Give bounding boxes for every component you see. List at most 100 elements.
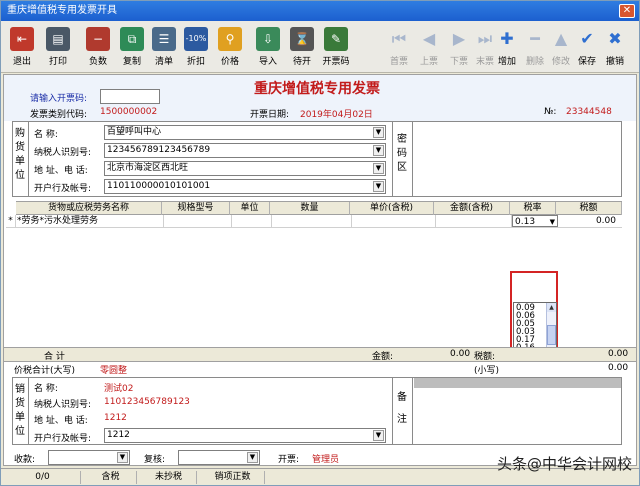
secret-zone-label: 密码区 [396, 133, 408, 175]
list-icon: ☰ [152, 27, 176, 51]
price-cell[interactable] [352, 215, 436, 227]
buyer-bank-select[interactable]: 110110000010101001 ▼ [104, 179, 386, 194]
edit-button-label: 保存 [577, 57, 596, 67]
invoice-title: 重庆增值税专用发票 [254, 81, 380, 97]
edit-button-3[interactable]: ✔ 保存 [573, 25, 601, 71]
delete-icon: ━ [530, 29, 540, 48]
divider [392, 377, 393, 445]
invoice-code-icon: ✎ [324, 27, 348, 51]
seller-name-label: 名 称: [34, 384, 58, 394]
toolbar-button-7[interactable]: ⇩ 导入 [251, 25, 285, 71]
vertical-char: 位 [15, 426, 25, 437]
invoice-form: 重庆增值税专用发票 请输入开票码: 发票类别代码: 1500000002 开票日… [3, 74, 637, 466]
edit-button-4[interactable]: ✖ 撤销 [601, 25, 629, 71]
nav-button-1[interactable]: ◀ 上票 [415, 25, 443, 71]
toolbar-button-1[interactable]: ▤ 打印 [41, 25, 75, 71]
seller-section-label: 销货单位 [14, 383, 26, 439]
import-icon: ⇩ [256, 27, 280, 51]
pending-icon: ⌛ [290, 27, 314, 51]
toolbar-button-label: 复制 [122, 57, 141, 67]
status-cell: 0/0 [5, 471, 81, 484]
toolbar-button-9[interactable]: ✎ 开票码 [319, 25, 353, 71]
toolbar-button-6[interactable]: ⚲ 价格 [213, 25, 247, 71]
payee-label: 收款: [14, 455, 36, 465]
edit-button-1[interactable]: ━ 删除 [521, 25, 549, 71]
add-icon: ✚ [500, 29, 514, 48]
toolbar-button-4[interactable]: ☰ 清单 [147, 25, 181, 71]
buyer-tax-id-label: 纳税人识别号: [34, 148, 92, 158]
seller-name-value: 测试02 [104, 384, 134, 394]
payee-select[interactable]: ▼ [48, 450, 130, 465]
buyer-address-select[interactable]: 北京市海淀区西北旺 ▼ [104, 161, 386, 176]
column-header: 单位 [230, 202, 270, 215]
reviewer-label: 复核: [144, 455, 166, 465]
toolbar-button-3[interactable]: ⧉ 复制 [115, 25, 149, 71]
tax-rate-select[interactable]: 0.13 ▼ [512, 215, 558, 227]
chevron-down-icon[interactable]: ▼ [373, 145, 384, 156]
edit-button-label: 修改 [551, 57, 570, 67]
toolbar-button-label: 打印 [48, 57, 67, 67]
scroll-up-icon[interactable]: ▲ [547, 303, 556, 312]
nav-button-0[interactable]: ⏮ 首票 [385, 25, 413, 71]
seller-tax-id-value: 110123456789123 [104, 397, 190, 407]
edit-button-2[interactable]: ▲ 修改 [547, 25, 575, 71]
vertical-char: 购 [15, 128, 25, 139]
grand-total-bar: 价税合计(大写) 零圆整 (小写) 0.00 [4, 361, 636, 376]
buyer-name-label: 名 称: [34, 130, 58, 140]
toolbar-button-8[interactable]: ⌛ 待开 [285, 25, 319, 71]
chevron-down-icon[interactable]: ▼ [373, 430, 384, 441]
vertical-char: 货 [15, 142, 25, 153]
buyer-name-select[interactable]: 百望呼叫中心 ▼ [104, 125, 386, 140]
seller-address-label: 地 址、电 话: [34, 416, 88, 426]
edit-button-0[interactable]: ✚ 增加 [493, 25, 521, 71]
spec-cell[interactable] [164, 215, 232, 227]
column-header: 金额(含税) [434, 202, 510, 215]
type-code-label: 发票类别代码: [30, 110, 88, 120]
table-row[interactable]: * *劳务*污水处理劳务 0.13 ▼ 0.00 [6, 215, 622, 228]
seller-address-value: 1212 [104, 413, 127, 423]
chevron-down-icon[interactable]: ▼ [117, 452, 128, 463]
scroll-thumb[interactable] [547, 325, 556, 345]
chevron-down-icon[interactable]: ▼ [247, 452, 258, 463]
divider [392, 121, 393, 197]
toolbar-button-label: 清单 [154, 57, 173, 67]
buyer-tax-id-select[interactable]: 123456789123456789 ▼ [104, 143, 386, 158]
exit-icon: ⇤ [10, 27, 34, 51]
drawer-value: 管理员 [312, 455, 340, 465]
edit-button-label: 删除 [525, 57, 544, 67]
seller-bank-select[interactable]: 1212 ▼ [104, 428, 386, 443]
toolbar-button-5[interactable]: -10% 折扣 [179, 25, 213, 71]
toolbar: ⇤ 退出 ▤ 打印 − 负数 ⧉ 复制 ☰ 清单 -10% 折扣 ⚲ 价格 ⇩ 导入 ⌛ 待开 ✎ 开票码 ⏮ 首票 ◀ 上票… [1, 21, 639, 73]
toolbar-button-label: 负数 [88, 57, 107, 67]
invoice-code-input[interactable] [100, 89, 160, 104]
nav-button-2[interactable]: ▶ 下票 [445, 25, 473, 71]
grand-total-words: 零圆整 [100, 366, 128, 376]
toolbar-button-0[interactable]: ⇤ 退出 [5, 25, 39, 71]
drawer-label: 开票: [278, 455, 300, 465]
chevron-down-icon[interactable]: ▼ [373, 163, 384, 174]
vertical-char: 单 [15, 412, 25, 423]
code-prompt-label: 请输入开票码: [30, 94, 88, 104]
close-button[interactable]: ✕ [619, 4, 635, 18]
chevron-down-icon[interactable]: ▼ [373, 181, 384, 192]
toolbar-button-label: 开票码 [322, 57, 350, 67]
type-code-value: 1500000002 [100, 107, 158, 117]
nav-button-label: 首票 [389, 57, 408, 67]
undo-icon: ✖ [608, 29, 622, 48]
chevron-down-icon[interactable]: ▼ [550, 216, 555, 226]
amount-cell[interactable] [436, 215, 512, 227]
grand-total-label: 价税合计(大写) [14, 366, 76, 376]
chevron-down-icon[interactable]: ▼ [373, 127, 384, 138]
total-bar: 合 计 金额: 0.00 税额: 0.00 [4, 347, 636, 362]
edit-icon: ▲ [554, 29, 568, 48]
toolbar-button-2[interactable]: − 负数 [81, 25, 115, 71]
goods-name-cell[interactable]: *劳务*污水处理劳务 [16, 215, 164, 227]
buyer-address-value: 北京市海淀区西北旺 [107, 163, 189, 173]
unit-cell[interactable] [232, 215, 272, 227]
small-label: (小写) [474, 366, 500, 376]
status-cell: 未抄税 [141, 471, 197, 484]
vertical-char: 销 [15, 384, 25, 395]
date-label: 开票日期: [250, 110, 290, 120]
reviewer-select[interactable]: ▼ [178, 450, 260, 465]
quantity-cell[interactable] [272, 215, 352, 227]
